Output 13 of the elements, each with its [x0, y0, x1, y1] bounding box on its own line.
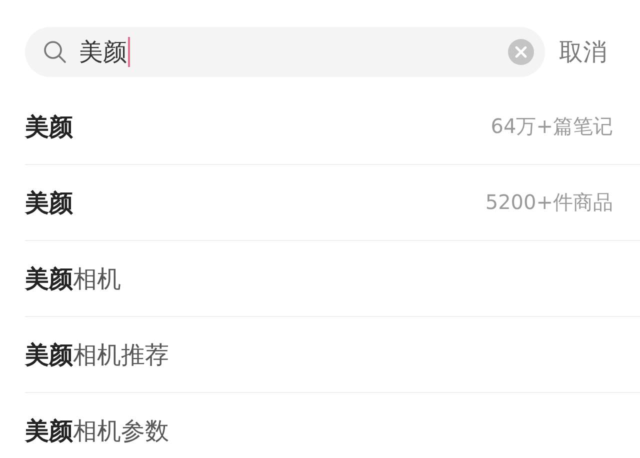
suggestion-item[interactable]: 美颜 5200+件商品	[25, 165, 640, 241]
text-cursor	[128, 37, 130, 67]
suggestion-item[interactable]: 美颜相机	[25, 241, 640, 317]
search-text: 美颜	[79, 37, 127, 68]
cancel-button[interactable]: 取消	[559, 36, 607, 68]
result-count: 5200+件商品	[485, 189, 613, 216]
result-count: 64万+篇笔记	[490, 113, 613, 140]
suggestion-item[interactable]: 美颜相机参数	[25, 393, 640, 458]
search-icon	[43, 40, 67, 64]
suggestion-item[interactable]: 美颜 64万+篇笔记	[25, 89, 640, 165]
search-field[interactable]: 美颜	[25, 27, 545, 77]
suggestion-item[interactable]: 美颜相机推荐	[25, 317, 640, 393]
clear-icon[interactable]	[508, 39, 534, 65]
